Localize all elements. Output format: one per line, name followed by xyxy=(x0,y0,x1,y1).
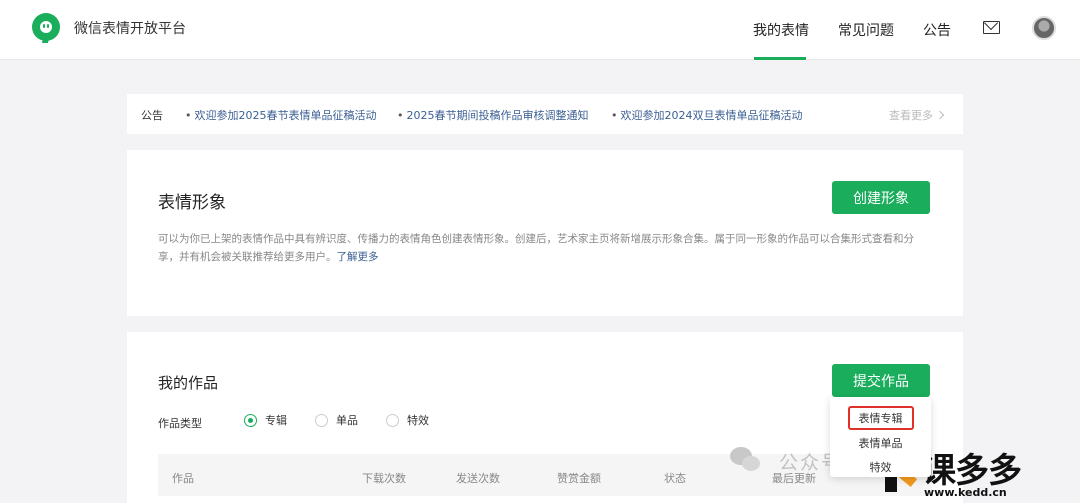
menu-item-sticker-album[interactable]: 表情专辑 xyxy=(830,406,931,430)
chevron-right-icon xyxy=(935,110,945,120)
menu-item-label: 表情专辑 xyxy=(847,406,914,430)
radio-label: 专辑 xyxy=(265,414,287,427)
notice-label: 公告 xyxy=(141,109,163,122)
nav-active-indicator xyxy=(754,57,806,60)
column-header: 赞赏金额 xyxy=(557,472,601,485)
notice-more-link[interactable]: 查看更多 xyxy=(889,107,945,123)
works-title: 我的作品 xyxy=(158,374,219,392)
top-header: 微信表情开放平台 我的表情 常见问题 公告 xyxy=(0,0,1080,60)
radio-label: 特效 xyxy=(407,414,429,427)
column-header: 下载次数 xyxy=(362,472,406,485)
wechat-sticker-logo-icon[interactable] xyxy=(32,13,60,43)
platform-brand[interactable]: 微信表情开放平台 xyxy=(74,18,186,38)
notice-link[interactable]: 欢迎参加2025春节表情单品征稿活动 xyxy=(185,107,377,123)
persona-title: 表情形象 xyxy=(158,193,226,213)
column-header: 状态 xyxy=(664,472,686,485)
work-type-label: 作品类型 xyxy=(158,417,202,430)
radio-unchecked-icon xyxy=(315,413,328,427)
radio-label: 单品 xyxy=(336,414,358,427)
notice-link[interactable]: 欢迎参加2024双旦表情单品征稿活动 xyxy=(611,107,803,123)
column-header: 作品 xyxy=(172,472,194,485)
submit-work-button[interactable]: 提交作品 xyxy=(832,364,930,397)
wechat-watermark-icon xyxy=(730,447,760,473)
nav-faq[interactable]: 常见问题 xyxy=(838,0,894,60)
radio-single[interactable]: 单品 xyxy=(315,412,358,428)
learn-more-link[interactable]: 了解更多 xyxy=(337,251,379,263)
nav-my-stickers[interactable]: 我的表情 xyxy=(753,0,809,60)
notice-link[interactable]: 2025春节期间投稿作品审核调整通知 xyxy=(397,107,589,123)
watermark-brand: 课多多 xyxy=(922,451,1022,491)
submit-dropdown-menu: 表情专辑 表情单品 特效 xyxy=(830,397,931,477)
persona-description: 可以为你已上架的表情作品中具有辨识度、传播力的表情角色创建表情形象。创建后，艺术… xyxy=(158,230,933,266)
watermark-url: www.kedd.cn xyxy=(924,486,1007,499)
menu-item-sticker-single[interactable]: 表情单品 xyxy=(830,435,931,451)
nav-notice[interactable]: 公告 xyxy=(923,0,951,60)
avatar[interactable] xyxy=(1032,16,1056,40)
column-header: 发送次数 xyxy=(456,472,500,485)
radio-checked-icon xyxy=(244,413,257,427)
persona-description-text: 可以为你已上架的表情作品中具有辨识度、传播力的表情角色创建表情形象。创建后，艺术… xyxy=(158,233,914,263)
notice-more-label: 查看更多 xyxy=(889,109,933,122)
mail-icon[interactable] xyxy=(983,21,1000,34)
notice-bar: 公告 欢迎参加2025春节表情单品征稿活动 2025春节期间投稿作品审核调整通知… xyxy=(127,94,963,134)
radio-unchecked-icon xyxy=(386,413,399,427)
create-persona-button[interactable]: 创建形象 xyxy=(832,181,930,214)
radio-album[interactable]: 专辑 xyxy=(244,412,287,428)
persona-card: 表情形象 创建形象 可以为你已上架的表情作品中具有辨识度、传播力的表情角色创建表… xyxy=(127,150,963,316)
radio-effect[interactable]: 特效 xyxy=(386,412,429,428)
menu-item-effect[interactable]: 特效 xyxy=(830,459,931,475)
